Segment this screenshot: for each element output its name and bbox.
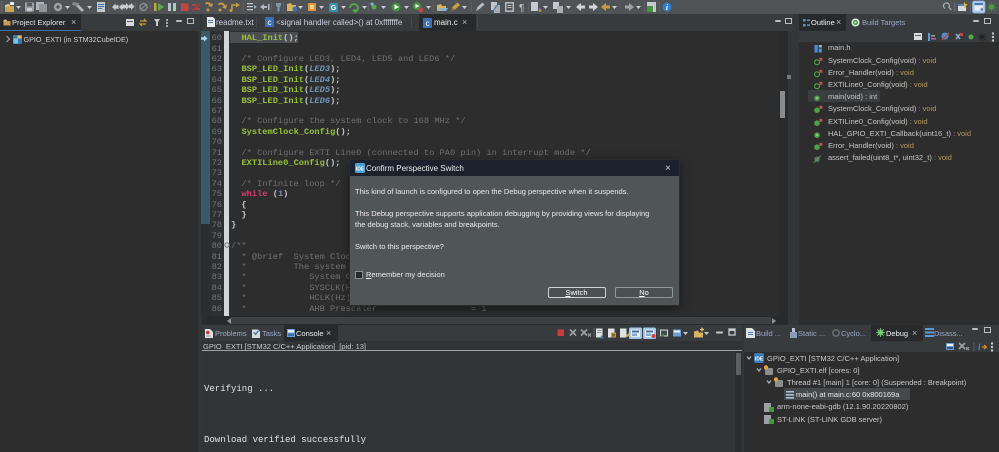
svg-text:IDE: IDE	[755, 357, 764, 363]
svg-text:c: c	[426, 19, 430, 28]
svg-text:G: G	[331, 5, 337, 12]
svg-text:IDE: IDE	[356, 167, 365, 173]
svg-text:c: c	[268, 18, 272, 27]
svg-text:i: i	[978, 342, 981, 352]
svg-text:¶: ¶	[519, 3, 524, 14]
